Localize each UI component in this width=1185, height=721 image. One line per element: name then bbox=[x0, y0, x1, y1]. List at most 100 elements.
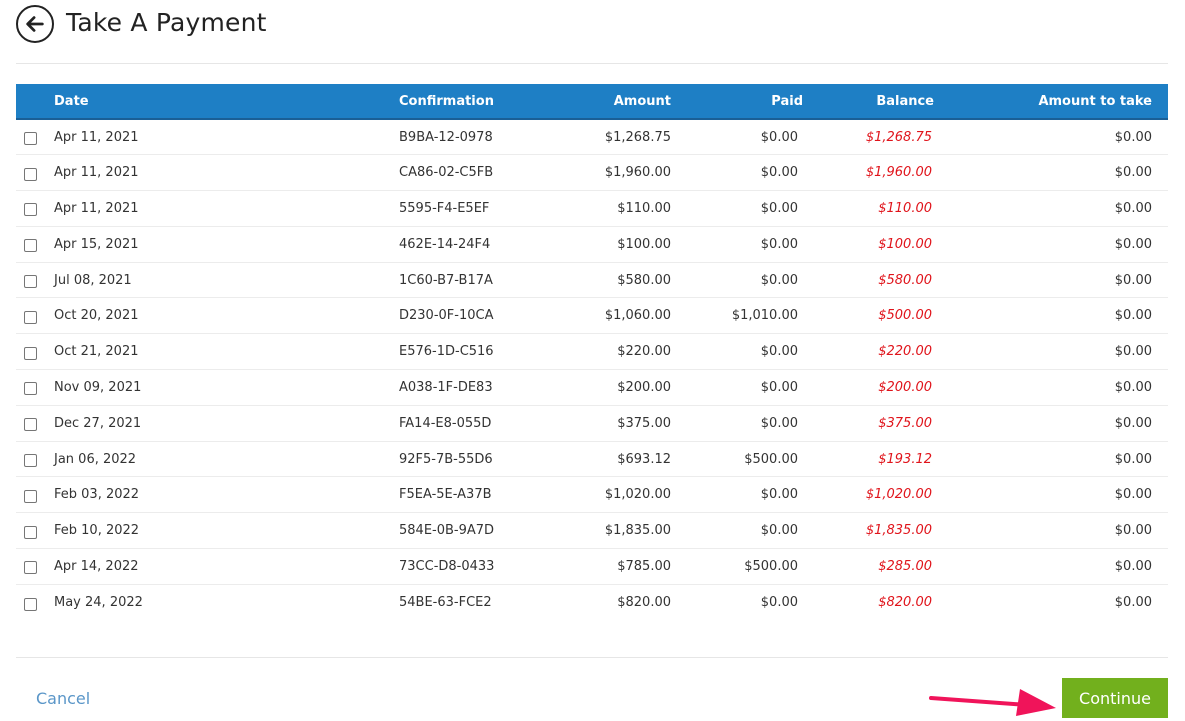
cell-amount-to-take: $0.00 bbox=[1114, 272, 1152, 288]
cell-amount: $110.00 bbox=[617, 200, 671, 216]
cell-confirmation: 5595-F4-E5EF bbox=[399, 200, 490, 216]
column-header-paid[interactable]: Paid bbox=[677, 84, 803, 119]
table-row: Jan 06, 2022 92F5-7B-55D6 $693.12 $500.00 $1… bbox=[16, 441, 1168, 477]
cell-paid: $0.00 bbox=[760, 344, 798, 360]
row-select-checkbox[interactable] bbox=[24, 132, 37, 146]
column-header-balance[interactable]: Balance bbox=[803, 84, 934, 119]
table-row: Apr 14, 2022 73CC-D8-0433 $785.00 $500.00 $2… bbox=[16, 549, 1168, 585]
row-select-checkbox[interactable] bbox=[24, 525, 37, 539]
row-checkbox-cell bbox=[16, 441, 54, 477]
table-row: Feb 03, 2022 F5EA-5E-A37B $1,020.00 $0.00 $1… bbox=[16, 477, 1168, 513]
row-select-checkbox[interactable] bbox=[24, 239, 37, 253]
row-checkbox-cell bbox=[16, 119, 54, 155]
cell-amount: $1,960.00 bbox=[604, 165, 671, 181]
cell-date: Apr 11, 2021 bbox=[54, 200, 139, 216]
row-select-checkbox[interactable] bbox=[24, 203, 37, 217]
table-row: Oct 20, 2021 D230-0F-10CA $1,060.00 $1,010.… bbox=[16, 298, 1168, 334]
payments-table-container: Date Confirmation Amount Paid Balance Am… bbox=[16, 84, 1168, 620]
header-checkbox-cell bbox=[16, 84, 54, 119]
row-checkbox-cell bbox=[16, 513, 54, 549]
pointer-arrow-annotation bbox=[929, 689, 1056, 716]
table-row: Oct 21, 2021 E576-1D-C516 $220.00 $0.00 $220… bbox=[16, 334, 1168, 370]
row-select-checkbox[interactable] bbox=[24, 561, 37, 575]
cell-confirmation: FA14-E8-055D bbox=[399, 415, 492, 431]
cell-paid: $500.00 bbox=[744, 451, 798, 467]
row-checkbox-cell bbox=[16, 155, 54, 191]
cell-confirmation: 584E-0B-9A7D bbox=[399, 523, 495, 539]
table-row: Apr 11, 2021 CA86-02-C5FB $1,960.00 $0.00 $1… bbox=[16, 155, 1168, 191]
row-select-checkbox[interactable] bbox=[24, 310, 37, 324]
row-select-checkbox[interactable] bbox=[24, 167, 37, 181]
cell-date: Jan 06, 2022 bbox=[54, 451, 137, 467]
cell-balance: $375.00 bbox=[878, 415, 932, 431]
cell-date: Dec 27, 2021 bbox=[54, 415, 142, 431]
cell-date: Feb 10, 2022 bbox=[54, 523, 140, 539]
cell-amount: $820.00 bbox=[617, 595, 671, 610]
table-header-row: Date Confirmation Amount Paid Balance Am… bbox=[16, 84, 1168, 119]
cell-amount-to-take: $0.00 bbox=[1114, 558, 1152, 574]
cell-confirmation: 92F5-7B-55D6 bbox=[399, 451, 493, 467]
cell-confirmation: 1C60-B7-B17A bbox=[399, 272, 493, 288]
column-header-amount-to-take[interactable]: Amount to take bbox=[934, 84, 1168, 119]
cell-date: Nov 09, 2021 bbox=[54, 379, 142, 395]
cell-balance: $193.12 bbox=[878, 451, 932, 467]
row-checkbox-cell bbox=[16, 298, 54, 334]
cell-amount: $220.00 bbox=[617, 344, 671, 360]
row-select-checkbox[interactable] bbox=[24, 382, 37, 396]
cell-date: Jul 08, 2021 bbox=[54, 272, 132, 288]
row-select-checkbox[interactable] bbox=[24, 597, 37, 611]
row-checkbox-cell bbox=[16, 191, 54, 227]
cell-confirmation: CA86-02-C5FB bbox=[399, 165, 494, 181]
cell-amount: $200.00 bbox=[617, 379, 671, 395]
cell-confirmation: 462E-14-24F4 bbox=[399, 236, 491, 252]
cell-balance: $1,960.00 bbox=[865, 165, 932, 181]
payments-table: Date Confirmation Amount Paid Balance Am… bbox=[16, 84, 1168, 620]
cell-confirmation: D230-0F-10CA bbox=[399, 308, 494, 324]
cell-amount-to-take: $0.00 bbox=[1114, 487, 1152, 503]
table-row: Apr 11, 2021 5595-F4-E5EF $110.00 $0.00 $110… bbox=[16, 191, 1168, 227]
cell-date: Apr 15, 2021 bbox=[54, 236, 139, 252]
table-row: Nov 09, 2021 A038-1F-DE83 $200.00 $0.00 $200… bbox=[16, 370, 1168, 406]
cell-amount: $1,020.00 bbox=[604, 487, 671, 503]
back-button[interactable] bbox=[16, 4, 54, 43]
cell-balance: $1,268.75 bbox=[865, 129, 932, 145]
cell-amount: $693.12 bbox=[617, 451, 671, 467]
cell-amount-to-take: $0.00 bbox=[1114, 379, 1152, 395]
row-select-checkbox[interactable] bbox=[24, 489, 37, 503]
cell-amount-to-take: $0.00 bbox=[1114, 165, 1152, 181]
cell-paid: $0.00 bbox=[760, 200, 798, 216]
cell-paid: $0.00 bbox=[760, 523, 798, 539]
cell-paid: $0.00 bbox=[760, 595, 798, 610]
cancel-link[interactable]: Cancel bbox=[36, 689, 90, 708]
cell-paid: $1,010.00 bbox=[731, 308, 798, 324]
cell-paid: $0.00 bbox=[760, 129, 798, 145]
cell-amount-to-take: $0.00 bbox=[1114, 129, 1152, 145]
row-checkbox-cell bbox=[16, 549, 54, 585]
row-select-checkbox[interactable] bbox=[24, 275, 37, 289]
cell-balance: $220.00 bbox=[878, 344, 932, 360]
table-row: Jul 08, 2021 1C60-B7-B17A $580.00 $0.00 $580… bbox=[16, 262, 1168, 298]
row-select-checkbox[interactable] bbox=[24, 346, 37, 360]
column-header-amount[interactable]: Amount bbox=[589, 84, 677, 119]
cell-paid: $0.00 bbox=[760, 272, 798, 288]
cell-balance: $110.00 bbox=[878, 200, 932, 216]
column-header-confirmation[interactable]: Confirmation bbox=[399, 84, 589, 119]
cell-balance: $1,835.00 bbox=[865, 523, 932, 539]
row-select-checkbox[interactable] bbox=[24, 454, 37, 468]
cell-amount-to-take: $0.00 bbox=[1114, 595, 1152, 610]
continue-button[interactable]: Continue bbox=[1062, 678, 1168, 718]
cell-balance: $1,020.00 bbox=[865, 487, 932, 503]
table-row: Apr 11, 2021 B9BA-12-0978 $1,268.75 $0.00 $1… bbox=[16, 119, 1168, 155]
table-row: Apr 15, 2021 462E-14-24F4 $100.00 $0.00 $100… bbox=[16, 226, 1168, 263]
column-header-date[interactable]: Date bbox=[54, 84, 399, 119]
cell-amount: $100.00 bbox=[617, 236, 671, 252]
cell-paid: $0.00 bbox=[760, 415, 798, 431]
cell-balance: $820.00 bbox=[878, 595, 932, 610]
cell-date: Oct 21, 2021 bbox=[54, 344, 139, 360]
cell-amount: $580.00 bbox=[617, 272, 671, 288]
row-select-checkbox[interactable] bbox=[24, 418, 37, 432]
cell-confirmation: F5EA-5E-A37B bbox=[399, 487, 492, 503]
cell-amount-to-take: $0.00 bbox=[1114, 415, 1152, 431]
cell-amount-to-take: $0.00 bbox=[1114, 523, 1152, 539]
cell-date: Apr 11, 2021 bbox=[54, 165, 139, 181]
